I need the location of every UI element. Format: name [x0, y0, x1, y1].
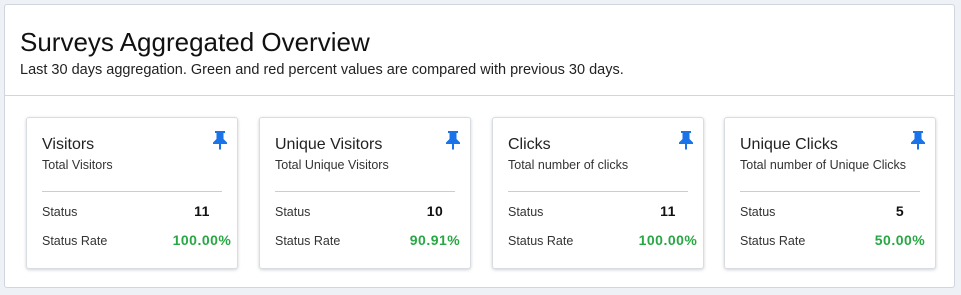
status-rate-value: 50.00%	[874, 232, 926, 248]
card-description: Total number of Unique Clicks	[740, 158, 907, 172]
card-title: Visitors	[42, 136, 95, 153]
status-row: Status 10	[275, 203, 460, 223]
status-row: Status 11	[508, 203, 693, 223]
status-value: 5	[895, 203, 905, 219]
card-unique-visitors: Unique Visitors Total Unique Visitors St…	[259, 117, 471, 269]
page-subtitle: Last 30 days aggregation. Green and red …	[20, 62, 624, 78]
status-label: Status	[275, 205, 311, 219]
overview-panel: Surveys Aggregated Overview Last 30 days…	[4, 4, 955, 288]
card-description: Total number of clicks	[508, 158, 629, 172]
card-divider	[740, 191, 920, 192]
pin-icon[interactable]	[211, 130, 229, 150]
status-rate-label: Status Rate	[740, 234, 806, 248]
card-divider	[508, 191, 688, 192]
page-title: Surveys Aggregated Overview	[20, 27, 370, 57]
status-rate-row: Status Rate 50.00%	[740, 232, 925, 252]
status-label: Status	[42, 205, 78, 219]
card-description: Total Visitors	[42, 158, 113, 172]
status-value: 10	[426, 203, 444, 219]
status-rate-label: Status Rate	[275, 234, 341, 248]
status-value: 11	[660, 203, 676, 219]
card-divider	[275, 191, 455, 192]
status-label: Status	[508, 205, 544, 219]
card-description: Total Unique Visitors	[275, 158, 389, 172]
status-row: Status 5	[740, 203, 925, 223]
status-rate-row: Status Rate 100.00%	[42, 232, 231, 252]
status-rate-value: 90.91%	[409, 232, 461, 248]
card-title: Clicks	[508, 136, 551, 153]
status-rate-value: 100.00%	[638, 232, 698, 248]
panel-header: Surveys Aggregated Overview Last 30 days…	[5, 5, 954, 96]
status-label: Status	[740, 205, 776, 219]
card-unique-clicks: Unique Clicks Total number of Unique Cli…	[724, 117, 936, 269]
status-value: 11	[194, 203, 210, 219]
card-divider	[42, 191, 222, 192]
status-rate-label: Status Rate	[42, 234, 108, 248]
status-rate-row: Status Rate 90.91%	[275, 232, 460, 252]
card-clicks: Clicks Total number of clicks Status 11 …	[492, 117, 704, 269]
card-title: Unique Visitors	[275, 136, 383, 153]
pin-icon[interactable]	[909, 130, 927, 150]
pin-icon[interactable]	[677, 130, 695, 150]
status-row: Status 11	[42, 203, 227, 223]
card-title: Unique Clicks	[740, 136, 838, 153]
pin-icon[interactable]	[444, 130, 462, 150]
card-visitors: Visitors Total Visitors Status 11 Status…	[26, 117, 238, 269]
status-rate-value: 100.00%	[172, 232, 232, 248]
status-rate-label: Status Rate	[508, 234, 574, 248]
status-rate-row: Status Rate 100.00%	[508, 232, 697, 252]
